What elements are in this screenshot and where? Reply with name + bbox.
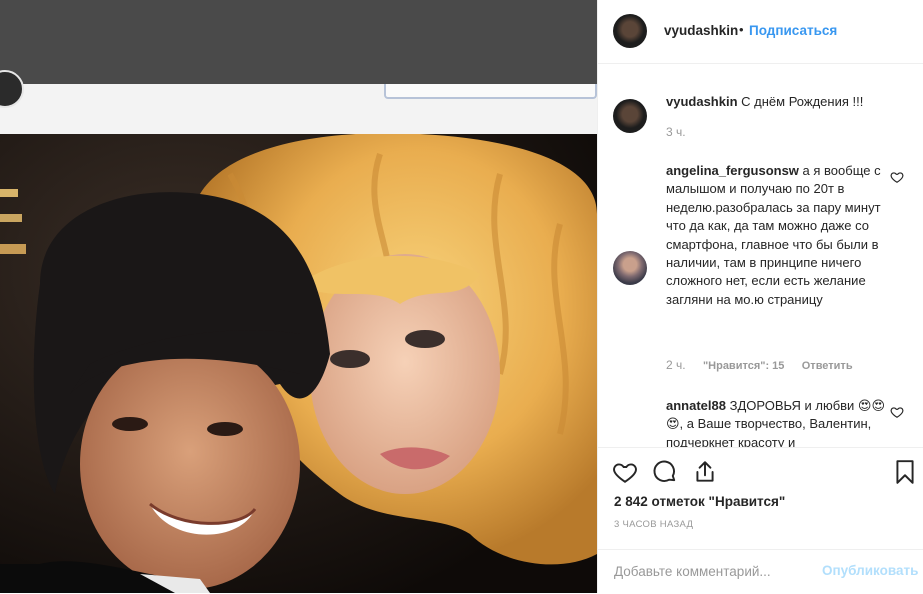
photo-area bbox=[0, 0, 597, 593]
comment-body: а я вообще с малышом и получаю по 20т в … bbox=[666, 163, 881, 307]
comment-time[interactable]: 3 ч. bbox=[666, 125, 686, 139]
comment-like-icon[interactable] bbox=[890, 170, 904, 184]
comment-likes[interactable]: "Нравится": 15 bbox=[703, 360, 784, 372]
author-avatar[interactable] bbox=[613, 14, 647, 48]
speech-bubble-icon[interactable] bbox=[652, 459, 678, 485]
header-separator: • bbox=[739, 22, 744, 37]
comment-username[interactable]: vyudashkin bbox=[666, 94, 738, 109]
heart-outline-icon[interactable] bbox=[612, 459, 638, 485]
comment-username[interactable]: annatel88 bbox=[666, 398, 726, 413]
bookmark-icon[interactable] bbox=[892, 459, 918, 485]
man-face bbox=[80, 339, 300, 589]
comment-like-icon[interactable] bbox=[890, 405, 904, 419]
woman-eye bbox=[330, 350, 370, 368]
publish-button[interactable]: Опубликовать bbox=[822, 563, 918, 578]
photo-light bbox=[0, 214, 22, 222]
comment-body: С днём Рождения !!! bbox=[741, 94, 864, 109]
dark-overlay-top bbox=[0, 0, 597, 84]
post-actions: 2 842 отметок "Нравится" 3 часов назад О… bbox=[598, 447, 923, 593]
photo-light bbox=[0, 189, 18, 197]
caption-avatar[interactable] bbox=[613, 99, 647, 133]
commenter-avatar[interactable] bbox=[613, 251, 647, 285]
comment-username[interactable]: angelina_fergusonsw bbox=[666, 163, 799, 178]
man-eye bbox=[207, 422, 243, 436]
follow-button[interactable]: Подписаться bbox=[749, 23, 837, 38]
post-timestamp[interactable]: 3 часов назад bbox=[614, 519, 693, 530]
share-icon[interactable] bbox=[692, 459, 718, 485]
comment-text: angelina_fergusonsw а я вообще с малышом… bbox=[666, 162, 891, 309]
post-header: vyudashkin • Подписаться bbox=[598, 0, 923, 64]
add-comment-row: Опубликовать bbox=[598, 549, 923, 594]
comment-meta: 2 ч. "Нравится": 15 Ответить bbox=[666, 358, 867, 372]
caption-text: vyudashkin С днём Рождения !!! bbox=[666, 93, 891, 111]
reply-button[interactable]: Ответить bbox=[802, 360, 853, 372]
comment-input[interactable] bbox=[614, 560, 794, 582]
post-photo[interactable] bbox=[0, 134, 597, 593]
woman-eye bbox=[405, 330, 445, 348]
likes-count[interactable]: 2 842 отметок "Нравится" bbox=[614, 494, 785, 509]
background-box bbox=[384, 84, 597, 99]
photo-light bbox=[0, 244, 26, 254]
comment-text: annatel88 ЗДОРОВЬЯ и любви 😍😍😍, а Ваше т… bbox=[666, 397, 891, 447]
man-eye bbox=[112, 417, 148, 431]
comments-list[interactable]: vyudashkin С днём Рождения !!! 3 ч. ange… bbox=[598, 64, 923, 447]
post-side-panel: vyudashkin • Подписаться vyudashkin С дн… bbox=[597, 0, 923, 593]
caption-meta: 3 ч. bbox=[666, 125, 700, 139]
comment-time[interactable]: 2 ч. bbox=[666, 358, 686, 372]
author-username[interactable]: vyudashkin bbox=[664, 23, 738, 38]
